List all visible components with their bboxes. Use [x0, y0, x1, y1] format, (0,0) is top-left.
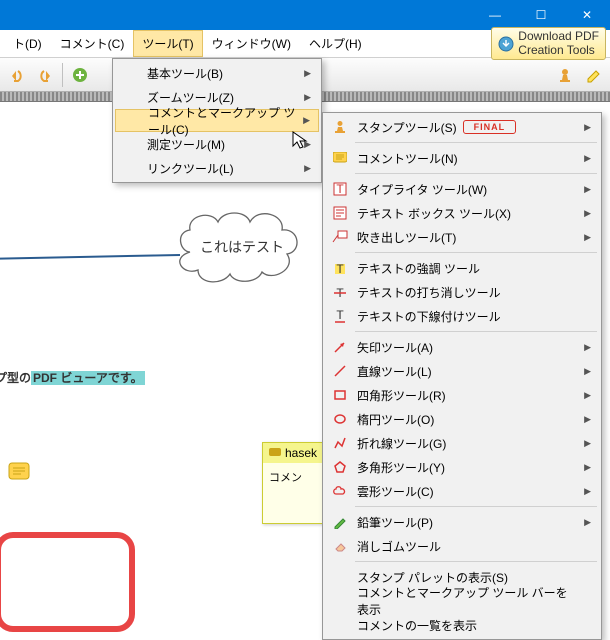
arrow-right-icon: ▶ [304, 92, 311, 103]
textbox-icon [331, 204, 349, 222]
arrow-right-icon: ▶ [584, 232, 591, 243]
eraser-icon [331, 537, 349, 555]
window-titlebar: — ☐ ✕ [0, 0, 610, 30]
line-icon [331, 362, 349, 380]
arrow-right-icon: ▶ [584, 366, 591, 377]
submenu-typewriter-tool[interactable]: T タイプライタ ツール(W)▶ [325, 177, 599, 201]
window-maximize-button[interactable]: ☐ [518, 0, 564, 30]
arrow-right-icon: ▶ [584, 153, 591, 164]
highlight-icon: T [331, 259, 349, 277]
stamp-icon [331, 118, 349, 136]
submenu-oval-tool[interactable]: 楕円ツール(O)▶ [325, 407, 599, 431]
red-rectangle-annotation [0, 532, 135, 632]
submenu-comment-tool[interactable]: コメントツール(N)▶ [325, 146, 599, 170]
submenu-measure-tools[interactable]: 測定ツール(M)▶ [115, 132, 319, 156]
callout-icon [331, 228, 349, 246]
submenu-rectangle-tool[interactable]: 四角形ツール(R)▶ [325, 383, 599, 407]
arrow-right-icon: ▶ [584, 517, 591, 528]
menu-window[interactable]: ウィンドウ(W) [203, 30, 300, 57]
cloud-text: これはテスト [200, 237, 284, 257]
note-icon [331, 149, 349, 167]
arrow-right-icon: ▶ [584, 390, 591, 401]
menu-tools[interactable]: ツール(T) [133, 30, 202, 57]
arrow-right-icon: ▶ [584, 462, 591, 473]
polyline-icon [331, 434, 349, 452]
body-text: プ型のPDF ビューアです。 [0, 369, 145, 387]
final-stamp-badge: FINAL [463, 120, 517, 134]
oval-icon [331, 410, 349, 428]
submenu-comment-markup-tools[interactable]: コメントとマークアップ ツール(C)▶ [115, 109, 319, 132]
submenu-show-comment-list[interactable]: コメントの一覧を表示 [325, 613, 599, 637]
window-minimize-button[interactable]: — [472, 0, 518, 30]
arrow-right-icon: ▶ [304, 68, 311, 79]
submenu-highlight-tool[interactable]: T テキストの強調 ツール [325, 256, 599, 280]
submenu-eraser-tool[interactable]: 消しゴムツール [325, 534, 599, 558]
submenu-callout-tool[interactable]: 吹き出しツール(T)▶ [325, 225, 599, 249]
submenu-polygon-tool[interactable]: 多角形ツール(Y)▶ [325, 455, 599, 479]
body-char: 、 [0, 482, 9, 502]
submenu-cloud-tool[interactable]: 雲形ツール(C)▶ [325, 479, 599, 503]
submenu-pencil-tool[interactable]: 鉛筆ツール(P)▶ [325, 510, 599, 534]
typewriter-icon: T [331, 180, 349, 198]
submenu-link-tools[interactable]: リンクツール(L)▶ [115, 156, 319, 180]
markup-submenu: スタンプツール(S) FINAL ▶ コメントツール(N)▶ T タイプライタ … [322, 112, 602, 640]
note-icon[interactable] [8, 462, 30, 482]
arrow-right-icon: ▶ [584, 184, 591, 195]
download-pdf-tools-button[interactable]: Download PDFCreation Tools [491, 27, 606, 59]
comment-icon [269, 448, 281, 458]
arrow-right-icon: ▶ [584, 414, 591, 425]
arrow-right-icon: ▶ [303, 115, 310, 126]
polygon-icon [331, 458, 349, 476]
submenu-show-markup-toolbar[interactable]: コメントとマークアップ ツール バーを表示 [325, 589, 599, 613]
toolbar-redo-icon[interactable] [34, 64, 56, 86]
window-close-button[interactable]: ✕ [564, 0, 610, 30]
menu-help[interactable]: ヘルプ(H) [300, 30, 371, 57]
menubar: ト(D) コメント(C) ツール(T) ウィンドウ(W) ヘルプ(H) Down… [0, 30, 610, 58]
strikeout-icon: T [331, 283, 349, 301]
svg-text:T: T [336, 262, 344, 275]
menu-document[interactable]: ト(D) [4, 30, 51, 57]
submenu-textbox-tool[interactable]: テキスト ボックス ツール(X)▶ [325, 201, 599, 225]
submenu-strikeout-tool[interactable]: T テキストの打ち消しツール [325, 280, 599, 304]
toolbar-stamp-icon[interactable] [554, 64, 576, 86]
submenu-stamp-tool[interactable]: スタンプツール(S) FINAL ▶ [325, 115, 599, 139]
arrow-right-icon: ▶ [584, 438, 591, 449]
arrow-right-icon: ▶ [304, 139, 311, 150]
pencil-icon [331, 513, 349, 531]
submenu-line-tool[interactable]: 直線ツール(L)▶ [325, 359, 599, 383]
toolbar-add-icon[interactable] [69, 64, 91, 86]
underline-icon: T [331, 307, 349, 325]
arrow-icon [331, 338, 349, 356]
submenu-underline-tool[interactable]: T テキストの下線付けツール [325, 304, 599, 328]
menu-comment[interactable]: コメント(C) [51, 30, 134, 57]
submenu-basic-tools[interactable]: 基本ツール(B)▶ [115, 61, 319, 85]
toolbar-highlight-icon[interactable] [582, 64, 604, 86]
arrow-right-icon: ▶ [584, 486, 591, 497]
download-icon [498, 36, 514, 52]
tools-submenu: 基本ツール(B)▶ ズームツール(Z)▶ コメントとマークアップ ツール(C)▶… [112, 58, 322, 183]
toolbar-undo-icon[interactable] [6, 64, 28, 86]
rectangle-icon [331, 386, 349, 404]
submenu-arrow-tool[interactable]: 矢印ツール(A)▶ [325, 335, 599, 359]
arrow-annotation [0, 254, 190, 264]
arrow-right-icon: ▶ [584, 122, 591, 133]
svg-text:T: T [336, 309, 344, 322]
arrow-right-icon: ▶ [584, 342, 591, 353]
arrow-right-icon: ▶ [584, 208, 591, 219]
cloud-icon [331, 482, 349, 500]
svg-text:T: T [336, 182, 344, 196]
submenu-polyline-tool[interactable]: 折れ線ツール(G)▶ [325, 431, 599, 455]
arrow-right-icon: ▶ [304, 163, 311, 174]
